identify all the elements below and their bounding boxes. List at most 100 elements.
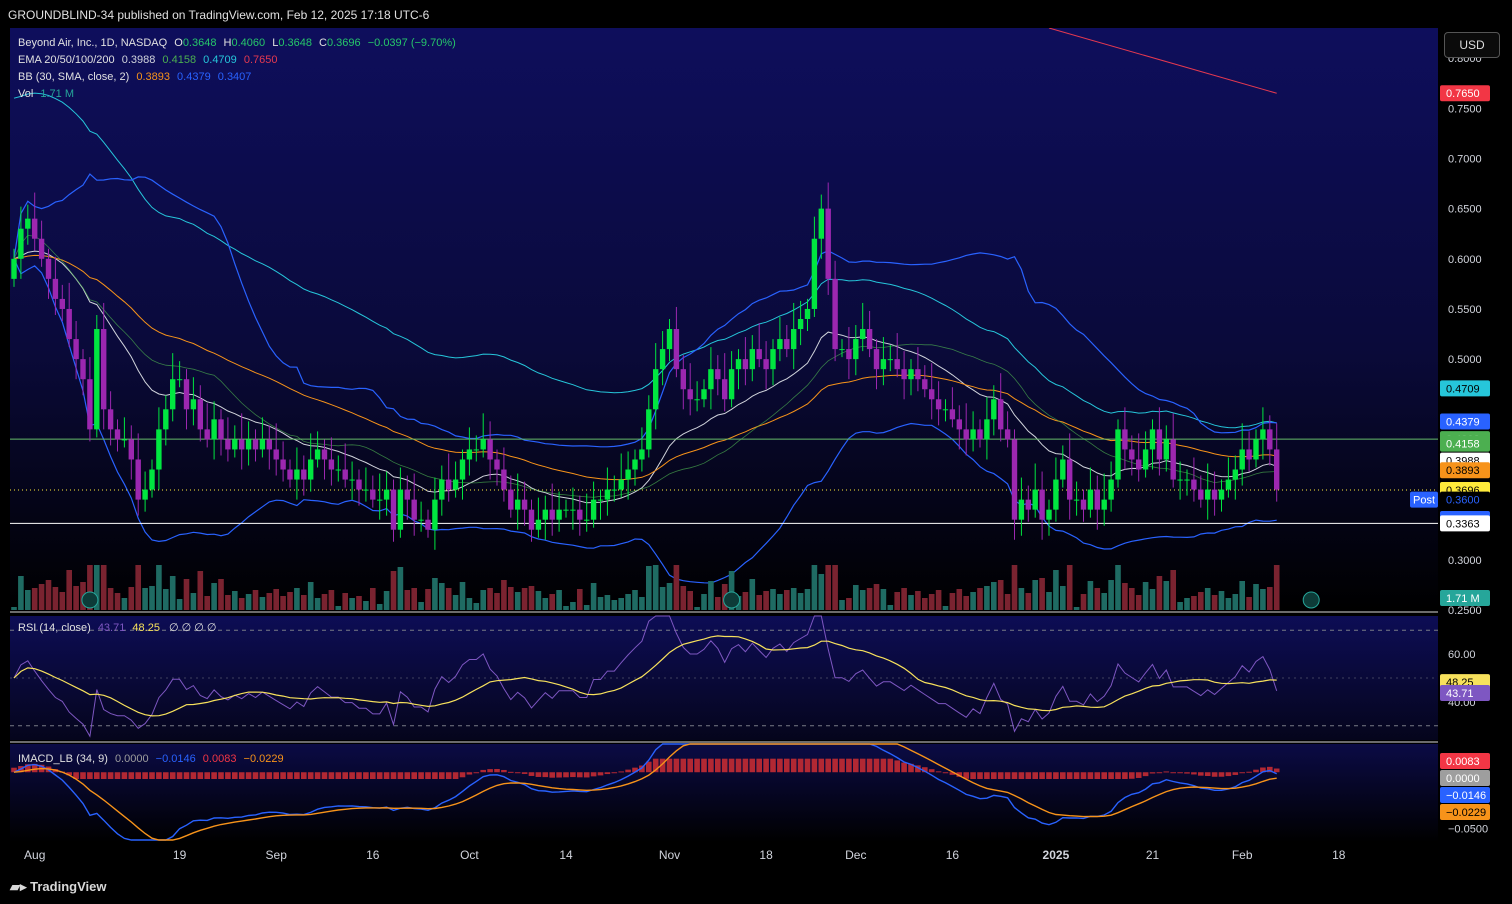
macd-histogram-bar [514, 772, 521, 774]
volume-bar [335, 606, 342, 610]
macd-histogram-bar [735, 758, 742, 773]
legend-macd-label: IMACD_LB (34, 9) [18, 753, 108, 765]
candle-body [52, 278, 59, 299]
macd-histogram-bar [673, 758, 680, 773]
candle-body [80, 359, 86, 380]
chart-canvas[interactable]: 0.80000.75000.70000.65000.60000.55000.50… [0, 28, 1512, 870]
macd-histogram-bar [238, 772, 245, 780]
svg-text:IMACD_LB (34, 9) 0.0000: IMACD_LB (34, 9) 0.0000 −0.0146 0.0083 −… [18, 753, 284, 765]
candle-body [901, 369, 907, 380]
tradingview-logo[interactable]: ▰▸ TradingView [10, 879, 106, 895]
volume-bar [1129, 588, 1135, 610]
volume-bar [618, 598, 624, 610]
time-tick-label: 16 [946, 848, 960, 862]
candle-body [956, 419, 962, 430]
macd-histogram-bar [459, 772, 466, 778]
volume-bar [1170, 570, 1176, 610]
candle-body [811, 238, 818, 309]
svg-text:Beyond Air, Inc., 1D, NASDAQ: Beyond Air, Inc., 1D, NASDAQ O0.3648 H0.… [18, 37, 456, 49]
candle-body [590, 499, 597, 520]
macd-histogram-bar [749, 758, 756, 773]
legend-macd-hist: 0.0083 [203, 753, 237, 765]
macd-histogram-bar [321, 772, 328, 780]
candle-body [294, 469, 300, 480]
legend-macd: −0.0146 [156, 753, 196, 765]
macd-histogram-bar [1053, 772, 1059, 780]
macd-histogram-bar [1225, 772, 1232, 777]
macd-histogram-bar [977, 772, 983, 780]
candle-body [784, 339, 790, 350]
volume-bar [1073, 607, 1080, 610]
candle-body [121, 439, 128, 441]
candle-body [266, 439, 272, 450]
candle-body [625, 469, 631, 480]
candle-body [1163, 439, 1169, 460]
macd-histogram-bar [273, 772, 279, 780]
candle-body [1260, 429, 1266, 440]
macd-histogram-bar [342, 772, 348, 780]
macd-histogram-bar [991, 772, 997, 780]
volume-bar [321, 594, 328, 610]
candle-body [1039, 489, 1045, 520]
macd-histogram-bar [1142, 772, 1149, 777]
legend-ema200: 0.7650 [244, 54, 278, 66]
candle-body [791, 329, 797, 350]
macd-histogram-bar [715, 758, 721, 773]
volume-bar [459, 582, 466, 610]
macd-histogram-bar [169, 772, 176, 780]
candle-body [128, 439, 134, 460]
macd-histogram-bar [349, 772, 355, 780]
candle-body [190, 399, 197, 410]
volume-bar [1080, 594, 1087, 610]
candle-body [383, 489, 390, 500]
macd-histogram-bar [190, 772, 197, 780]
candle-body [1253, 439, 1259, 460]
volume-bar [1156, 576, 1163, 610]
candle-body [701, 389, 707, 400]
candle-body [1011, 439, 1018, 520]
candle-body [245, 439, 252, 450]
candle-body [908, 369, 914, 380]
volume-bar [825, 565, 831, 610]
volume-bar [784, 590, 790, 610]
volume-bar [1066, 565, 1073, 610]
macd-histogram-bar [811, 758, 818, 773]
price-tick-label: 0.7000 [1448, 153, 1482, 165]
macd-histogram-bar [1239, 772, 1245, 774]
volume-bar [1260, 589, 1266, 610]
volume-bar [480, 590, 486, 610]
volume-bar [100, 565, 107, 610]
candle-body [25, 218, 31, 229]
candle-body [487, 439, 493, 460]
price-tick-label: 0.3000 [1448, 555, 1482, 567]
volume-bar [1060, 586, 1066, 610]
macd-histogram-bar [287, 772, 293, 780]
candle-body [1170, 439, 1176, 480]
candle-body [59, 298, 65, 309]
volume-bar [763, 591, 769, 610]
volume-bar [1232, 594, 1239, 610]
candle-body [259, 439, 266, 450]
macd-histogram-bar [1004, 772, 1011, 780]
volume-bar [1018, 588, 1025, 610]
volume-bar [473, 603, 480, 610]
candle-body [853, 339, 859, 360]
macd-histogram-bar [770, 758, 776, 773]
macd-histogram-bar [687, 758, 693, 773]
candle-body [107, 409, 114, 430]
currency-button[interactable]: USD [1444, 32, 1500, 58]
volume-bar [942, 606, 949, 610]
volume-bar [432, 578, 438, 610]
candle-body [749, 349, 755, 370]
candle-body [556, 509, 562, 520]
candle-body [715, 369, 721, 380]
volume-bar [715, 597, 721, 610]
macd-histogram-bar [259, 772, 266, 780]
macd-histogram-bar [549, 772, 555, 778]
publisher-text: GROUNDBLIND-34 published on TradingView.… [8, 8, 430, 22]
legend-rsi-na: ∅ ∅ ∅ ∅ [169, 622, 217, 634]
volume-bar [632, 590, 638, 610]
macd-histogram-bar [411, 772, 417, 780]
candle-body [183, 379, 190, 410]
macd-histogram-bar [777, 758, 783, 773]
